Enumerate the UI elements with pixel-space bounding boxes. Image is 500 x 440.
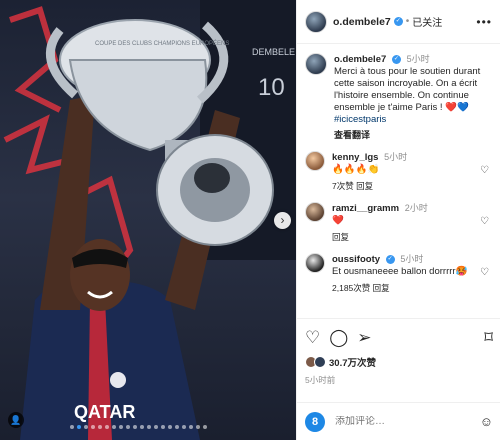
carousel-dot (84, 425, 88, 429)
post-timestamp: 5小时前 (305, 375, 336, 385)
comment-input[interactable] (335, 416, 465, 427)
caption-username[interactable]: o.dembele7 (334, 54, 386, 65)
liker-avatar (314, 356, 326, 368)
caption-time: 5小时 (406, 54, 430, 64)
comment-avatar[interactable] (305, 253, 325, 273)
post-actions: ♡ ◯ ➢ ⌑ 30.7万次赞 5小时前 (297, 318, 500, 386)
comments-list[interactable]: o.dembele7 ✓ 5小时 Merci à tous pour le so… (297, 45, 500, 317)
carousel-dot (147, 425, 151, 429)
carousel-dot (154, 425, 158, 429)
comment-row: oussifooty ✓ 5小时 Et ousmaneeee ballon do… (305, 253, 493, 294)
follow-status-button[interactable]: 已关注 (412, 14, 442, 29)
carousel-dot (140, 425, 144, 429)
carousel-dot (203, 425, 207, 429)
comment-bubble-icon[interactable]: ◯ (329, 327, 348, 349)
comment-like-heart-icon[interactable]: ♡ (480, 267, 489, 278)
comment-reply-info[interactable]: 回复 (332, 231, 493, 243)
comment-like-heart-icon[interactable]: ♡ (480, 216, 489, 227)
caption-author-avatar[interactable] (305, 53, 327, 75)
carousel-dot (196, 425, 200, 429)
comment-text: 🔥🔥🔥👏 (332, 164, 380, 175)
jersey-crest (110, 372, 126, 388)
comment-username[interactable]: ramzi__gramm (332, 203, 399, 214)
caption-hashtag[interactable]: #icicestparis (334, 114, 493, 126)
comment-reply-info[interactable]: 2,185次赞 回复 (332, 282, 493, 294)
carousel-dot (70, 425, 74, 429)
verified-badge-icon: ✓ (393, 17, 403, 26)
comment-time: 2小时 (404, 203, 428, 213)
carousel-dot (91, 425, 95, 429)
next-image-arrow-icon[interactable]: › (274, 212, 291, 229)
post-header: o.dembele7 ✓ • 已关注 ••• (297, 0, 500, 44)
caption-row: o.dembele7 ✓ 5小时 Merci à tous pour le so… (305, 53, 493, 141)
comment-text: Et ousmaneeee ballon dorrrrr🥵 (332, 266, 468, 277)
comment-username[interactable]: kenny_lgs (332, 152, 378, 163)
bg-jersey-name: DEMBELE (252, 47, 295, 57)
bookmark-icon[interactable]: ⌑ (484, 327, 493, 349)
carousel-dots (70, 425, 207, 429)
see-translation-link[interactable]: 查看翻译 (334, 129, 493, 141)
likes-summary[interactable]: 30.7万次赞 (305, 355, 493, 369)
carousel-dot (175, 425, 179, 429)
action-icons: ♡ ◯ ➢ ⌑ (305, 327, 493, 349)
more-dots-icon[interactable]: ••• (476, 15, 492, 29)
comment-reply-info[interactable]: 7次赞 回复 (332, 180, 493, 192)
comment-time: 5小时 (400, 254, 424, 264)
carousel-dot (161, 425, 165, 429)
post-side-panel: o.dembele7 ✓ • 已关注 ••• o.dembele7 ✓ 5小时 … (296, 0, 500, 440)
carousel-dot (189, 425, 193, 429)
carousel-dot (168, 425, 172, 429)
caption-text: Merci à tous pour le soutien durant cett… (334, 66, 481, 113)
user-tag-icon[interactable]: 👤 (8, 412, 24, 428)
emoji-picker-icon[interactable]: ☺ (480, 414, 493, 429)
author-avatar[interactable] (305, 10, 327, 33)
carousel-dot (112, 425, 116, 429)
carousel-dot (133, 425, 137, 429)
verified-badge-icon: ✓ (385, 254, 395, 264)
carousel-dot (105, 425, 109, 429)
author-username[interactable]: o.dembele7 (333, 16, 391, 28)
comment-avatar[interactable] (305, 202, 325, 222)
carousel-dot (182, 425, 186, 429)
comment-row: ramzi__gramm 2小时 ❤️ 回复 ♡ (305, 202, 493, 243)
photo-illustration: DEMBELE 10 QATAR COUPE DES CLUBS CHAMPIO… (3, 0, 296, 440)
likes-count[interactable]: 30.7万次赞 (329, 355, 376, 369)
comment-username[interactable]: oussifooty (332, 254, 380, 265)
comment-avatar[interactable] (305, 151, 325, 171)
user-avatar-icon[interactable]: 8 (305, 411, 325, 432)
bg-jersey-number: 10 (258, 74, 285, 101)
comment-row: kenny_lgs 5小时 🔥🔥🔥👏 7次赞 回复 ♡ (305, 151, 493, 192)
carousel-dot (126, 425, 130, 429)
comment-text: ❤️ (332, 215, 344, 226)
header-separator: • (405, 16, 410, 27)
jersey-sponsor: QATAR (74, 402, 135, 422)
post-photo[interactable]: DEMBELE 10 QATAR COUPE DES CLUBS CHAMPIO… (0, 0, 296, 440)
instagram-post-window: DEMBELE 10 QATAR COUPE DES CLUBS CHAMPIO… (0, 0, 500, 440)
carousel-dot (119, 425, 123, 429)
verified-badge-icon: ✓ (391, 54, 401, 64)
carousel-dot-active (77, 425, 81, 429)
like-heart-icon[interactable]: ♡ (305, 327, 320, 349)
comment-composer: 8 ☺ (297, 402, 500, 440)
comment-time: 5小时 (384, 152, 408, 162)
share-send-icon[interactable]: ➢ (357, 327, 371, 349)
comment-like-heart-icon[interactable]: ♡ (480, 165, 489, 176)
carousel-dot (98, 425, 102, 429)
trophy-inscription: COUPE DES CLUBS CHAMPIONS EUROPÉENS (95, 40, 229, 47)
